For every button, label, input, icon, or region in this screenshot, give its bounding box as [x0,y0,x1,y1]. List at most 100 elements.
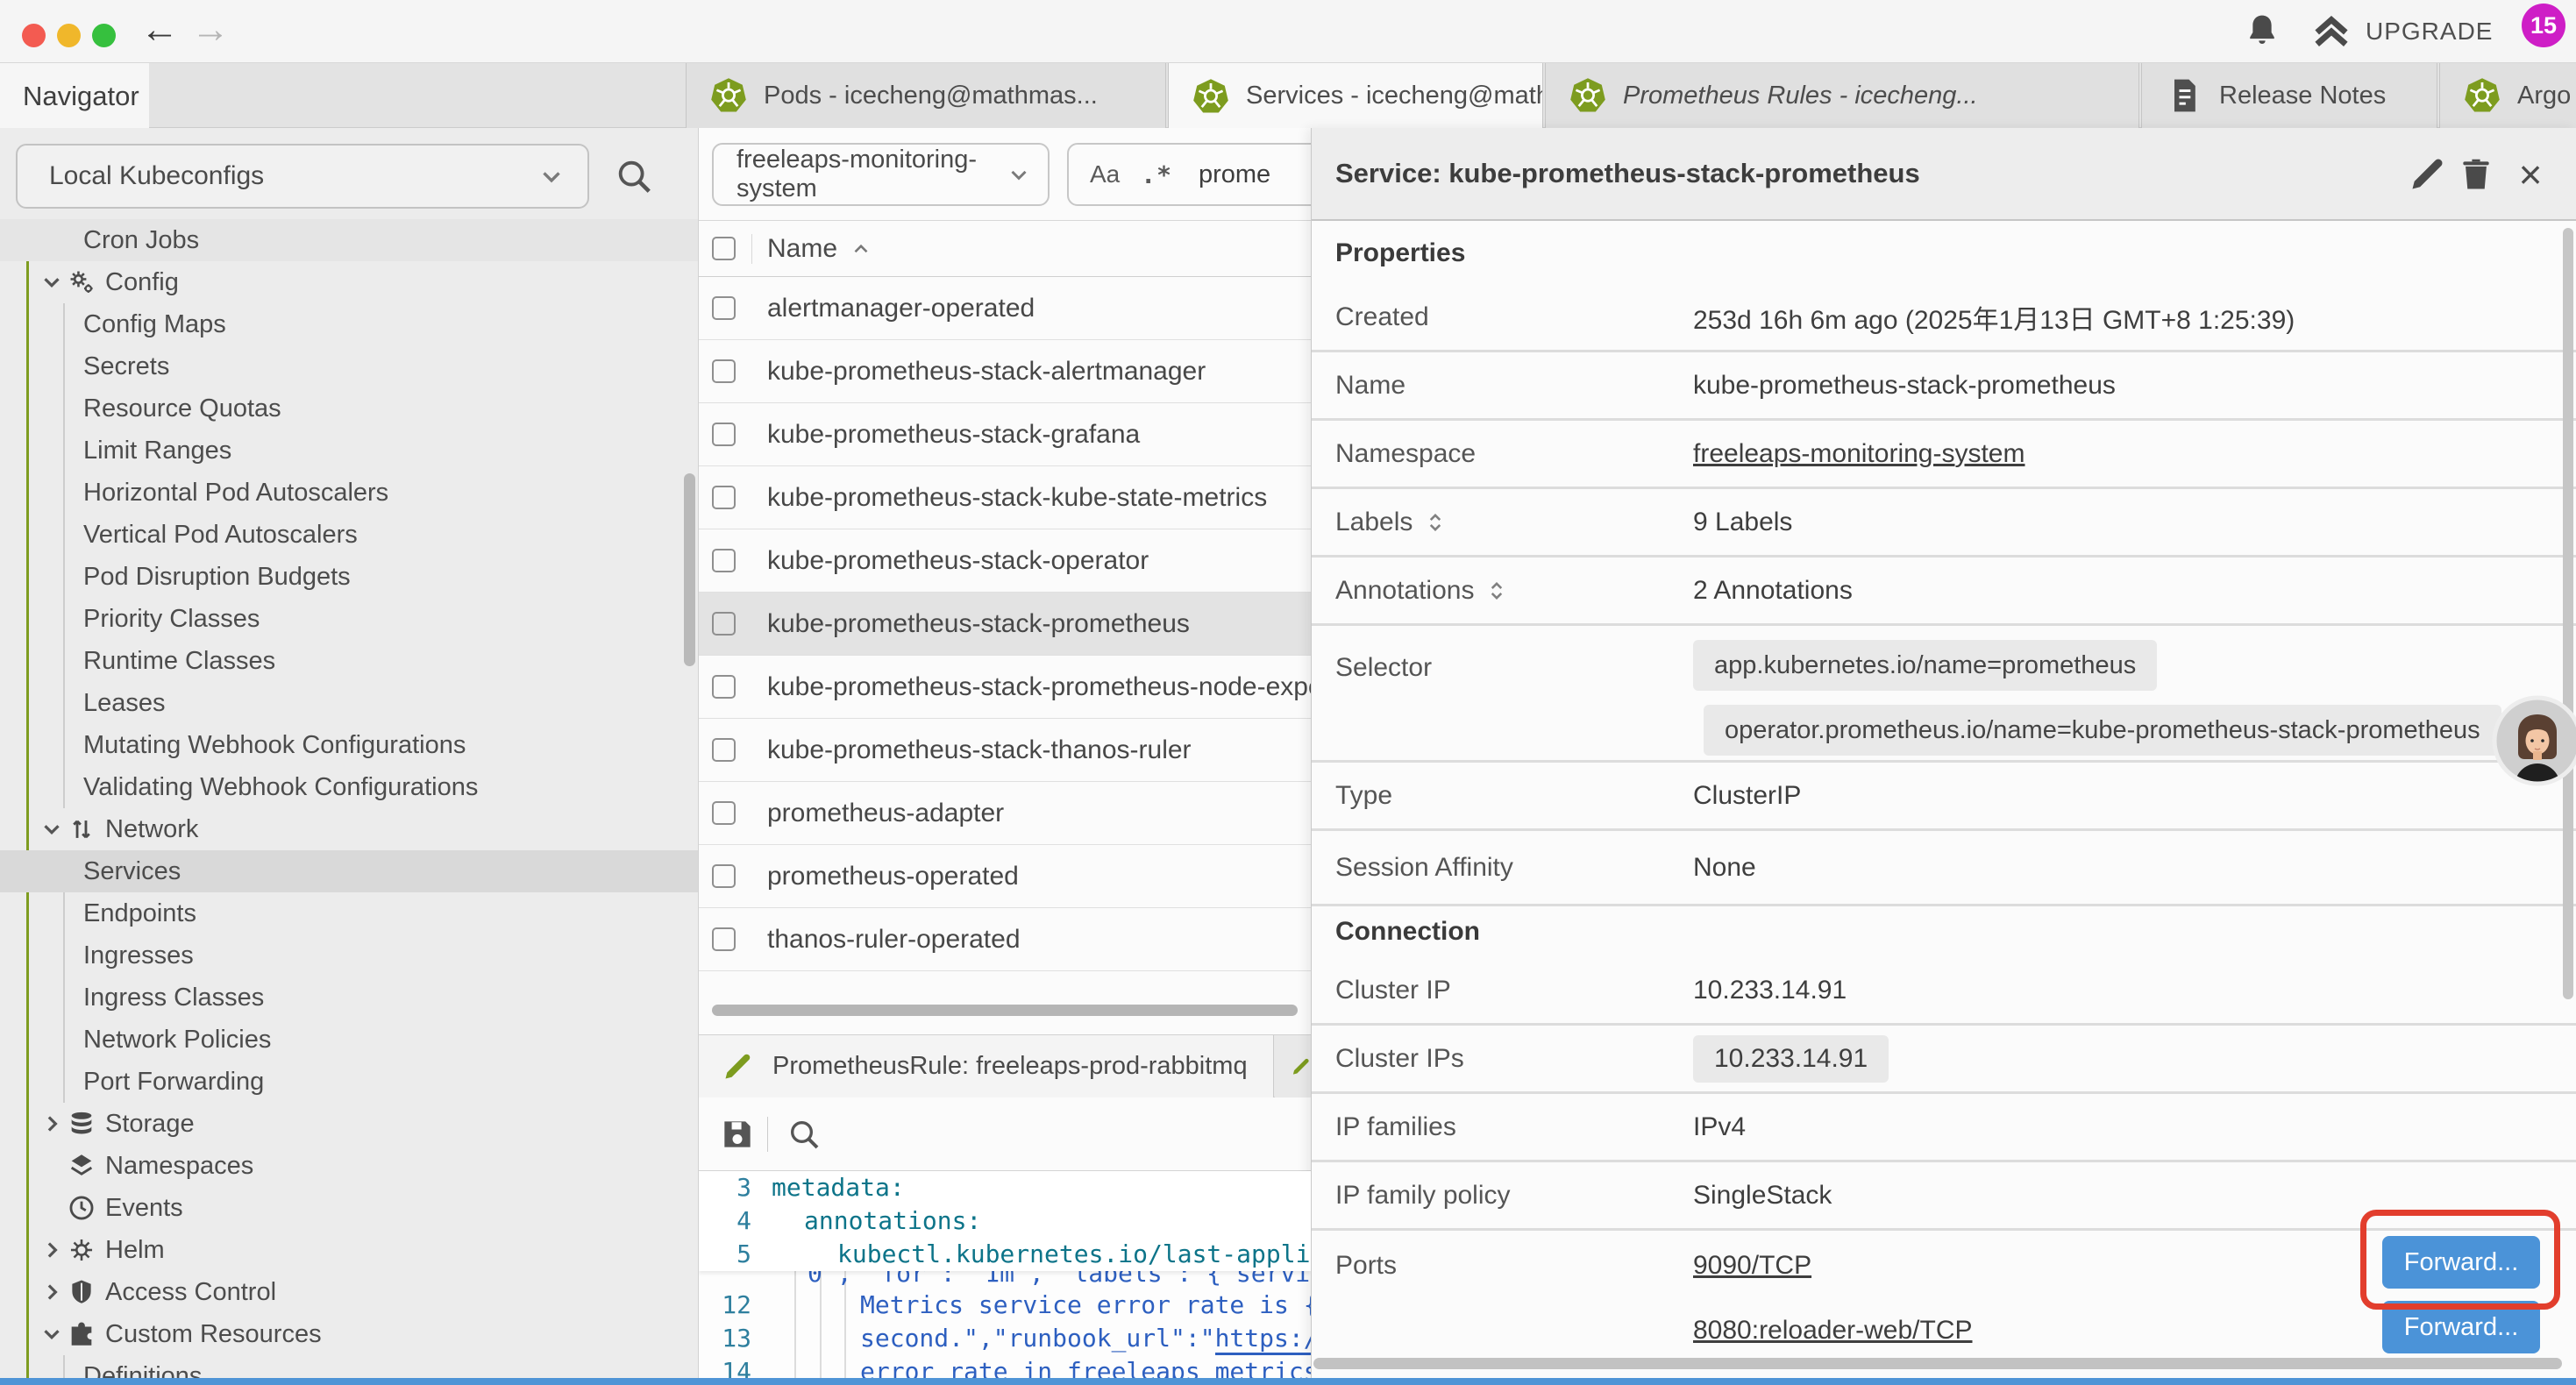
row-checkbox[interactable] [712,927,736,951]
detail-row-cluster-ip: Cluster IP 10.233.14.91 [1312,957,2576,1026]
bell-icon[interactable] [2243,11,2281,50]
row-checkbox[interactable] [712,801,736,825]
sidebar-item-pod-disruption-budgets[interactable]: Pod Disruption Budgets [0,556,698,598]
sidebar-item-mutating-webhook-configurations[interactable]: Mutating Webhook Configurations [0,724,698,766]
sidebar-item-leases[interactable]: Leases [0,682,698,724]
expand-updown-icon[interactable] [1423,510,1448,535]
dock-tab-prometheusrule[interactable]: PrometheusRule: freeleaps-prod-rabbitmq [699,1035,1274,1097]
window-titlebar: ← → UPGRADE 15 [0,0,2576,63]
tab-services[interactable]: Services - icecheng@math... × [1168,63,1543,129]
tab-label: Prometheus Rules - icecheng... [1623,82,1978,110]
table-row[interactable]: kube-prometheus-stack-kube-state-metrics [699,466,1311,529]
sidebar-item-vertical-pod-autoscalers[interactable]: Vertical Pod Autoscalers [0,514,698,556]
dock-tab-partial[interactable] [1275,1035,1311,1097]
table-row[interactable]: kube-prometheus-stack-thanos-ruler [699,719,1311,782]
search-icon[interactable] [786,1117,822,1152]
tab-prometheus-rules[interactable]: Prometheus Rules - icecheng... [1545,63,2139,128]
match-case-icon[interactable]: Aa [1090,160,1120,188]
table-row[interactable]: prometheus-adapter [699,782,1311,845]
sort-ascending-icon[interactable] [850,238,872,260]
sidebar-item-namespaces[interactable]: Namespaces [0,1145,698,1187]
yaml-editor[interactable]: 3metadata: 4annotations: 5kubectl.kubern… [699,1171,1311,1378]
editor-sticky-lines: 3metadata: 4annotations: 5kubectl.kubern… [699,1171,1311,1271]
filter-input[interactable]: Aa .* prome [1067,143,1311,206]
expand-updown-icon[interactable] [1484,579,1509,603]
tab-release-notes[interactable]: Release Notes [2141,63,2437,128]
row-checkbox[interactable] [712,486,736,509]
table-row[interactable]: thanos-ruler-operated [699,908,1311,971]
save-icon[interactable] [718,1115,757,1154]
sidebar-item-port-forwarding[interactable]: Port Forwarding [0,1061,698,1103]
sidebar-item-helm[interactable]: Helm [0,1229,698,1271]
back-arrow-icon[interactable]: ← [140,9,179,51]
shield-icon [67,1277,96,1307]
tab-pods[interactable]: Pods - icecheng@mathmas... [686,63,1166,128]
forward-arrow-icon[interactable]: → [191,9,230,51]
upgrade-label: UPGRADE [2366,18,2493,46]
table-row[interactable]: kube-prometheus-stack-alertmanager [699,340,1311,403]
sidebar-item-priority-classes[interactable]: Priority Classes [0,598,698,640]
sidebar-item-validating-webhook-configurations[interactable]: Validating Webhook Configurations [0,766,698,808]
window-zoom-button[interactable] [92,24,116,47]
kubeconfig-selector[interactable]: Local Kubeconfigs [16,144,589,209]
sidebar-item-access-control[interactable]: Access Control [0,1271,698,1313]
sidebar-item-ingresses[interactable]: Ingresses [0,934,698,977]
details-body: Properties Created 253d 16h 6m ago (2025… [1312,223,2576,1385]
tab-argo[interactable]: Argo Se [2439,63,2576,128]
sidebar-item-storage[interactable]: Storage [0,1103,698,1145]
table-row[interactable]: alertmanager-operated [699,277,1311,340]
sidebar-item-resource-quotas[interactable]: Resource Quotas [0,387,698,430]
notification-count-badge[interactable]: 15 [2522,4,2565,47]
editor-tab-strip: Navigator Pods - icecheng@mathmas... Ser… [0,63,2576,128]
row-checkbox[interactable] [712,864,736,888]
sidebar-item-horizontal-pod-autoscalers[interactable]: Horizontal Pod Autoscalers [0,472,698,514]
table-row[interactable]: kube-prometheus-stack-operator [699,529,1311,593]
row-checkbox[interactable] [712,549,736,572]
sidebar-item-runtime-classes[interactable]: Runtime Classes [0,640,698,682]
upgrade-button[interactable]: UPGRADE [2311,0,2493,63]
sidebar-item-config[interactable]: Config [0,261,698,303]
window-minimize-button[interactable] [57,24,81,47]
tab-label: Services - icecheng@math... [1246,82,1543,110]
row-checkbox[interactable] [712,675,736,699]
sidebar-item-endpoints[interactable]: Endpoints [0,892,698,934]
row-checkbox[interactable] [712,612,736,636]
sidebar-item-limit-ranges[interactable]: Limit Ranges [0,430,698,472]
table-row-selected[interactable]: kube-prometheus-stack-prometheus [699,593,1311,656]
sidebar-item-services[interactable]: Services [0,850,698,892]
sidebar-scrollbar[interactable] [684,473,695,666]
table-row[interactable]: kube-prometheus-stack-grafana [699,403,1311,466]
window-close-button[interactable] [22,24,46,47]
sidebar-item-cron-jobs[interactable]: Cron Jobs [0,219,698,261]
row-checkbox[interactable] [712,296,736,320]
select-all-checkbox[interactable] [712,237,736,260]
sidebar-item-config-maps[interactable]: Config Maps [0,303,698,345]
assistant-avatar[interactable] [2492,695,2576,786]
column-header-name[interactable]: Name [767,234,837,264]
close-icon[interactable]: × [2511,155,2550,194]
search-icon[interactable] [614,156,654,196]
horizontal-scrollbar[interactable] [712,1005,1298,1016]
sidebar-item-ingress-classes[interactable]: Ingress Classes [0,977,698,1019]
vertical-scrollbar[interactable] [2563,228,2573,999]
edit-pencil-icon[interactable] [2408,155,2446,194]
row-checkbox[interactable] [712,738,736,762]
row-checkbox[interactable] [712,423,736,446]
port-link[interactable]: 9090/TCP [1693,1251,1811,1281]
sidebar-item-custom-resources[interactable]: Custom Resources [0,1313,698,1355]
sidebar-item-secrets[interactable]: Secrets [0,345,698,387]
regex-icon[interactable]: .* [1141,160,1172,189]
row-checkbox[interactable] [712,359,736,383]
sidebar-item-network[interactable]: Network [0,808,698,850]
trash-icon[interactable] [2457,155,2495,194]
sidebar-item-network-policies[interactable]: Network Policies [0,1019,698,1061]
table-row[interactable]: prometheus-operated [699,845,1311,908]
code-link[interactable]: https://net [1215,1324,1311,1355]
tab-label: Pods - icecheng@mathmas... [764,82,1098,110]
table-row[interactable]: kube-prometheus-stack-prometheus-node-ex… [699,656,1311,719]
namespace-link[interactable]: freeleaps-monitoring-system [1693,439,2025,469]
horizontal-scrollbar[interactable] [1313,1358,2562,1369]
sidebar-item-events[interactable]: Events [0,1187,698,1229]
port-link[interactable]: 8080:reloader-web/TCP [1693,1316,1973,1346]
namespace-selector[interactable]: freeleaps-monitoring-system [712,143,1050,206]
